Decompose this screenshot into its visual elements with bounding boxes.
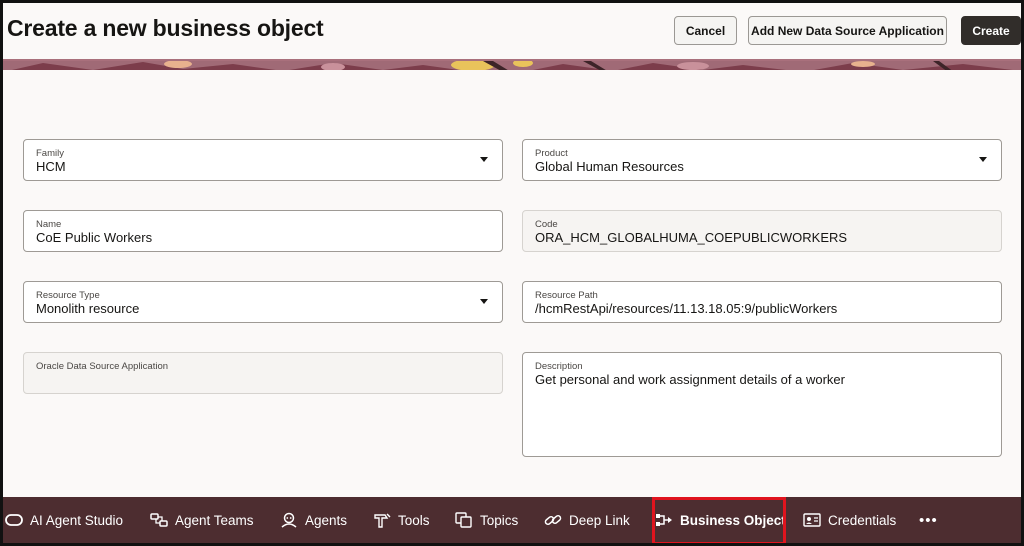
resource-path-label: Resource Path: [535, 290, 598, 301]
nav-label: Agent Teams: [175, 512, 254, 528]
chevron-down-icon[interactable]: [480, 299, 488, 304]
chevron-down-icon[interactable]: [979, 157, 987, 162]
nav-item-deep-link[interactable]: Deep Link: [544, 497, 630, 543]
description-textarea[interactable]: Description Get personal and work assign…: [522, 352, 1002, 457]
family-value: HCM: [36, 159, 66, 174]
bottom-navigation: AI Agent Studio Agent Teams Agents Tools…: [3, 497, 1021, 543]
resource-path-value: /hcmRestApi/resources/11.13.18.05:9/publ…: [535, 301, 838, 316]
topics-icon: [455, 512, 472, 528]
product-value: Global Human Resources: [535, 159, 684, 174]
more-icon[interactable]: •••: [919, 497, 938, 543]
credentials-icon: [803, 513, 821, 527]
code-label: Code: [535, 219, 558, 230]
banner-pattern-icon: [3, 59, 1021, 70]
add-data-source-application-button[interactable]: Add New Data Source Application: [748, 16, 947, 45]
oracle-data-source-application-label: Oracle Data Source Application: [36, 361, 169, 372]
page-title: Create a new business object: [7, 15, 324, 41]
family-select[interactable]: Family HCM: [23, 139, 503, 181]
product-label: Product: [535, 148, 568, 159]
nav-label: Tools: [398, 512, 430, 528]
page-header: Create a new business object Cancel Add …: [3, 3, 1021, 59]
description-value: Get personal and work assignment details…: [535, 372, 845, 387]
agents-icon: [281, 512, 297, 528]
nav-label: Deep Link: [569, 512, 630, 528]
nav-label: Credentials: [828, 512, 897, 528]
code-value: ORA_HCM_GLOBALHUMA_COEPUBLICWORKERS: [535, 230, 848, 245]
agent-teams-icon: [150, 513, 168, 527]
name-value: CoE Public Workers: [36, 230, 153, 245]
nav-label: Agents: [305, 512, 348, 528]
cancel-button[interactable]: Cancel: [674, 16, 737, 45]
description-label: Description: [535, 361, 583, 372]
code-field: Code ORA_HCM_GLOBALHUMA_COEPUBLICWORKERS: [522, 210, 1002, 252]
product-select[interactable]: Product Global Human Resources: [522, 139, 1002, 181]
highlight-annotation: [652, 497, 786, 543]
decorative-banner: [3, 59, 1021, 70]
oracle-data-source-application-field[interactable]: Oracle Data Source Application: [23, 352, 503, 394]
resource-path-field[interactable]: Resource Path /hcmRestApi/resources/11.1…: [522, 281, 1002, 323]
studio-icon: [5, 514, 23, 526]
nav-item-tools[interactable]: Tools: [373, 497, 430, 543]
nav-item-agents[interactable]: Agents: [280, 497, 347, 543]
tools-icon: [374, 513, 391, 528]
link-icon: [544, 514, 562, 526]
nav-item-agent-teams[interactable]: Agent Teams: [150, 497, 254, 543]
nav-label: Topics: [480, 512, 519, 528]
chevron-down-icon[interactable]: [480, 157, 488, 162]
create-button[interactable]: Create: [961, 16, 1021, 45]
resource-type-label: Resource Type: [36, 290, 100, 301]
nav-item-topics[interactable]: Topics: [455, 497, 518, 543]
nav-item-credentials[interactable]: Credentials: [803, 497, 896, 543]
app-window: Create a new business object Cancel Add …: [0, 0, 1024, 546]
resource-type-value: Monolith resource: [36, 301, 140, 316]
resource-type-select[interactable]: Resource Type Monolith resource: [23, 281, 503, 323]
name-field[interactable]: Name CoE Public Workers: [23, 210, 503, 252]
nav-item-ai-agent-studio[interactable]: AI Agent Studio: [5, 497, 123, 543]
name-label: Name: [36, 219, 62, 230]
more-label: •••: [919, 511, 938, 529]
family-label: Family: [36, 148, 64, 159]
nav-label: AI Agent Studio: [30, 512, 124, 528]
